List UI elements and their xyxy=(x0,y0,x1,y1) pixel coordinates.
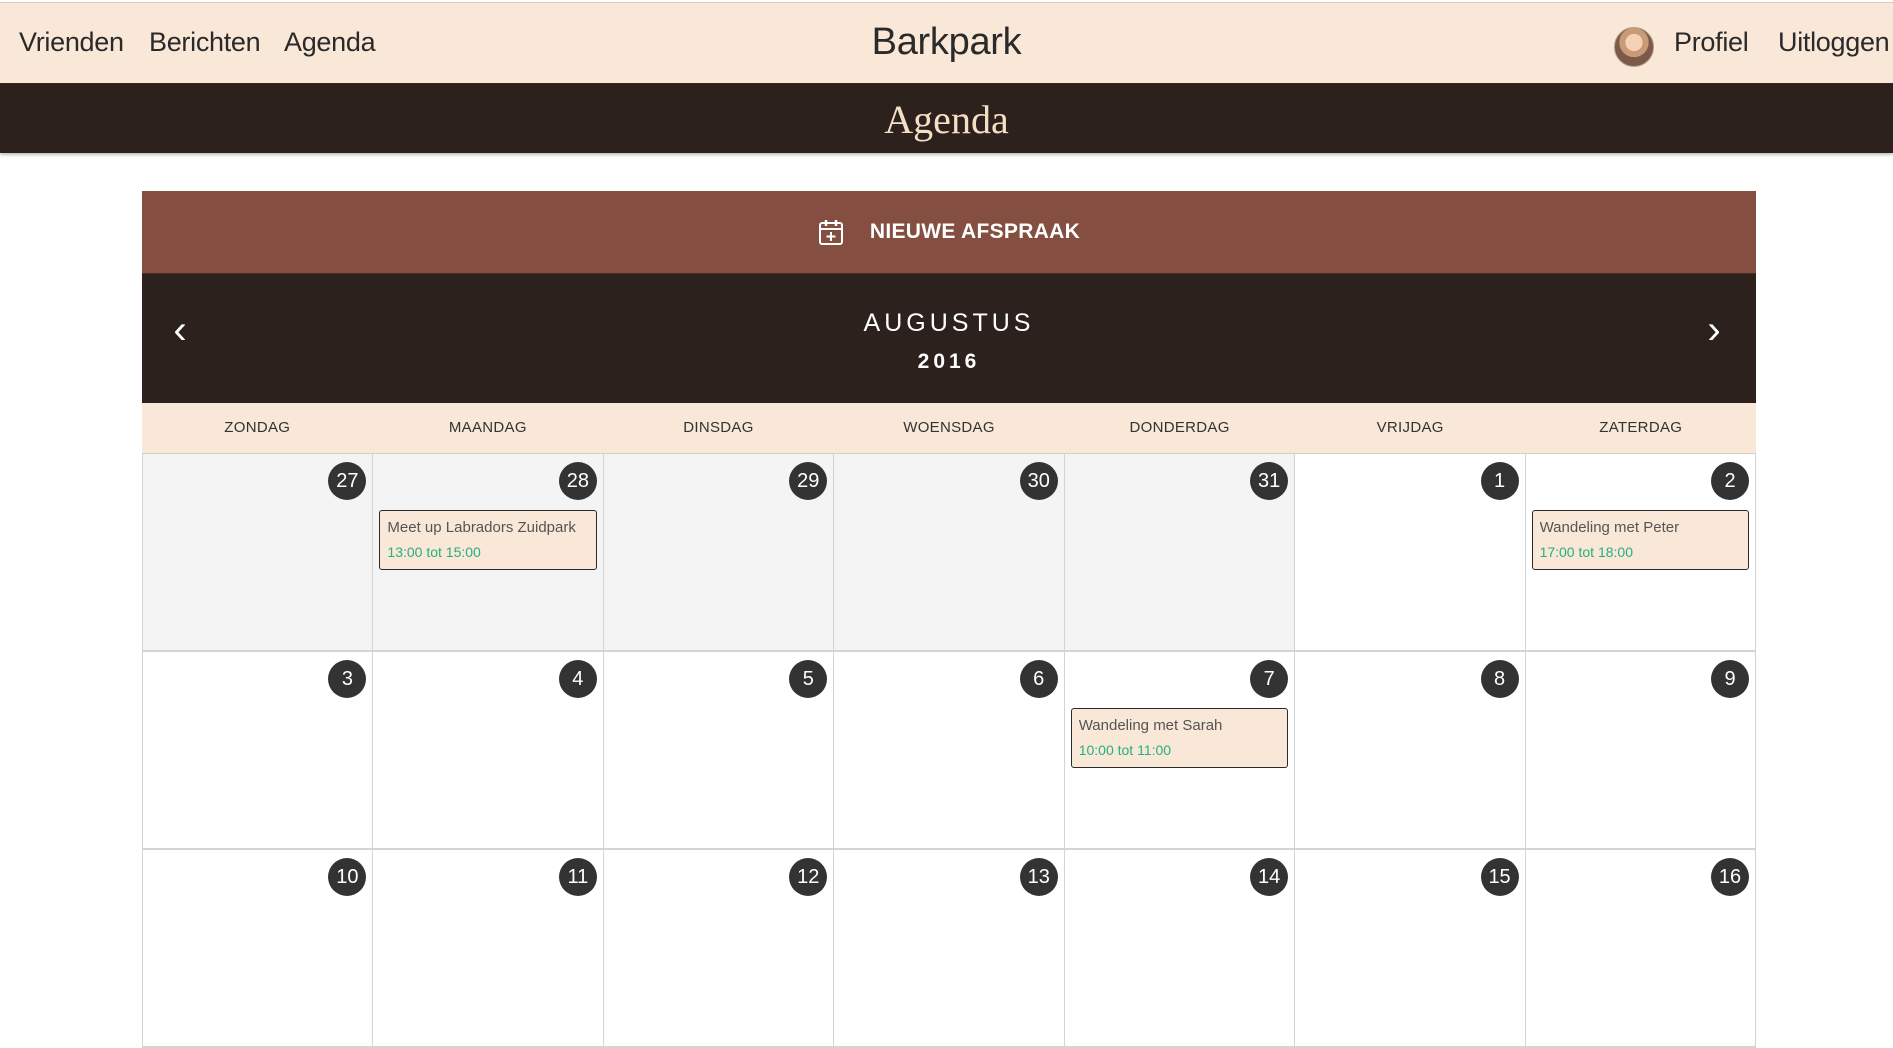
page-header: Agenda xyxy=(0,84,1893,153)
page-title: Agenda xyxy=(884,97,1009,142)
day-number-badge: 4 xyxy=(558,660,597,698)
day-number-badge: 3 xyxy=(328,660,367,698)
weekday-label: WOENSDAG xyxy=(903,419,995,436)
calendar-day-cell[interactable]: 5 xyxy=(603,652,835,850)
calendar-day-cell[interactable]: 9 xyxy=(1525,652,1756,850)
calendar: NIEUWE AFSPRAAK ‹ AUGUSTUS 2016 › ZONDAG… xyxy=(142,191,1756,1048)
day-number-badge: 10 xyxy=(328,858,367,896)
next-month-arrow-icon[interactable]: › xyxy=(1696,310,1732,350)
day-number-badge: 6 xyxy=(1019,660,1058,698)
day-number-badge: 7 xyxy=(1250,660,1289,698)
nav-link-uitloggen[interactable]: Uitloggen xyxy=(1778,27,1890,58)
calendar-day-cell[interactable]: 15 xyxy=(1295,850,1526,1048)
new-appointment-label: NIEUWE AFSPRAAK xyxy=(869,220,1081,243)
calendar-day-cell[interactable]: 11 xyxy=(373,850,604,1048)
calendar-day-cell[interactable]: 4 xyxy=(373,652,604,850)
nav-link-vrienden[interactable]: Vrienden xyxy=(19,27,124,58)
month-name: AUGUSTUS xyxy=(863,309,1035,337)
weekday-label: VRIJDAG xyxy=(1376,419,1444,436)
calendar-day-cell[interactable]: 30 xyxy=(834,454,1065,652)
calendar-day-cell[interactable]: 10 xyxy=(143,850,374,1048)
calendar-day-cell[interactable]: 8 xyxy=(1295,652,1526,850)
calendar-day-cell[interactable]: 7 Wandeling met Sarah 10:00 tot 11:00 xyxy=(1064,652,1296,850)
day-number-badge: 30 xyxy=(1019,462,1058,500)
weekday-header-row: ZONDAG MAANDAG DINSDAG WOENSDAG DONDERDA… xyxy=(142,403,1756,454)
weekday-label: DINSDAG xyxy=(683,419,754,436)
event-title: Wandeling met Sarah xyxy=(1078,717,1223,734)
day-number-badge: 28 xyxy=(558,462,597,500)
calendar-day-cell[interactable]: 12 xyxy=(603,850,835,1048)
calendar-event[interactable]: Wandeling met Peter 17:00 tot 18:00 xyxy=(1531,510,1749,570)
calendar-day-cell[interactable]: 27 xyxy=(143,454,374,652)
calendar-event[interactable]: Meet up Labradors Zuidpark 13:00 tot 15:0… xyxy=(379,510,597,570)
calendar-day-cell[interactable]: 13 xyxy=(834,850,1065,1048)
day-number-badge: 2 xyxy=(1711,462,1749,500)
new-appointment-button[interactable]: NIEUWE AFSPRAAK xyxy=(142,191,1756,274)
day-number-badge: 15 xyxy=(1480,858,1519,896)
event-time: 13:00 tot 15:00 xyxy=(387,544,481,560)
calendar-event[interactable]: Wandeling met Sarah 10:00 tot 11:00 xyxy=(1070,708,1289,768)
calendar-grid: 27 28 Meet up Labradors Zuidpark 13:00 tot … xyxy=(142,454,1756,1048)
day-number-badge: 12 xyxy=(789,858,828,896)
day-number-badge: 27 xyxy=(328,462,367,500)
weekday-label: DONDERDAG xyxy=(1129,419,1230,436)
month-year: 2016 xyxy=(917,350,981,373)
calendar-day-cell[interactable]: 1 xyxy=(1295,454,1526,652)
calendar-day-cell[interactable]: 2 Wandeling met Peter 17:00 tot 18:00 xyxy=(1525,454,1756,652)
day-number-badge: 1 xyxy=(1480,462,1519,500)
top-navbar: Vrienden Berichten Agenda Barkpark Profi… xyxy=(0,2,1893,84)
nav-link-profiel[interactable]: Profiel xyxy=(1674,27,1749,58)
event-time: 17:00 tot 18:00 xyxy=(1539,544,1633,560)
nav-link-berichten[interactable]: Berichten xyxy=(149,27,261,58)
event-title: Wandeling met Peter xyxy=(1539,519,1680,536)
calendar-day-cell[interactable]: 6 xyxy=(834,652,1065,850)
calendar-plus-icon xyxy=(818,220,843,245)
day-number-badge: 8 xyxy=(1480,660,1519,698)
day-number-badge: 13 xyxy=(1019,858,1058,896)
calendar-day-cell[interactable]: 16 xyxy=(1525,850,1756,1048)
weekday-label: ZATERDAG xyxy=(1599,419,1683,436)
day-number-badge: 5 xyxy=(789,660,828,698)
month-navigator: ‹ AUGUSTUS 2016 › xyxy=(142,274,1756,403)
event-title: Meet up Labradors Zuidpark xyxy=(387,519,576,536)
day-number-badge: 14 xyxy=(1250,858,1289,896)
day-number-badge: 31 xyxy=(1250,462,1289,500)
calendar-day-cell[interactable]: 28 Meet up Labradors Zuidpark 13:00 tot 15… xyxy=(373,454,604,652)
event-time: 10:00 tot 11:00 xyxy=(1078,742,1172,758)
avatar[interactable] xyxy=(1614,27,1654,67)
day-number-badge: 11 xyxy=(558,858,597,896)
nav-link-agenda[interactable]: Agenda xyxy=(284,27,376,58)
weekday-label: ZONDAG xyxy=(224,419,291,436)
calendar-day-cell[interactable]: 3 xyxy=(143,652,374,850)
day-number-badge: 16 xyxy=(1711,858,1749,896)
day-number-badge: 29 xyxy=(789,462,828,500)
weekday-label: MAANDAG xyxy=(448,419,527,436)
calendar-day-cell[interactable]: 14 xyxy=(1064,850,1296,1048)
calendar-day-cell[interactable]: 31 xyxy=(1064,454,1296,652)
calendar-day-cell[interactable]: 29 xyxy=(603,454,835,652)
day-number-badge: 9 xyxy=(1711,660,1749,698)
